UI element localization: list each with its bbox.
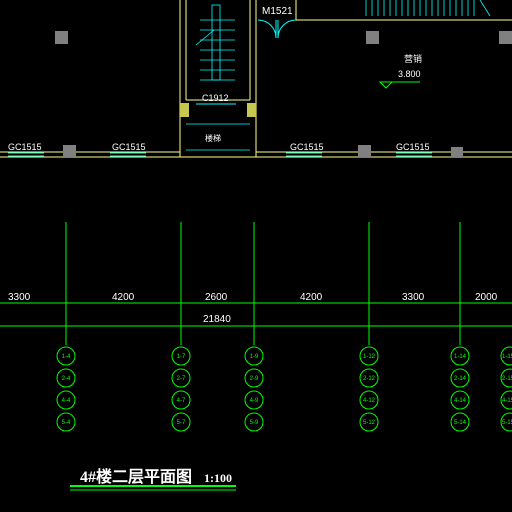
column: [358, 145, 371, 157]
axis-bubble-label: 2-4: [62, 376, 71, 382]
axis-bubble-label: 4-7: [177, 398, 186, 404]
room-name-label: 营销: [404, 53, 422, 64]
axis-bubbles-3: 1-9 2-9 4-9 5-9: [244, 346, 264, 432]
stair: [186, 4, 250, 151]
column: [247, 103, 256, 117]
axis-bubble-label: 4-4: [62, 398, 71, 404]
axis-bubble-label: 4-14: [454, 398, 467, 404]
dimension-segment: 2600: [205, 292, 228, 303]
columns: [55, 31, 512, 157]
window-label: GC1515: [8, 142, 42, 152]
door-swing: [257, 19, 297, 39]
axis-bubble-label: 4-12: [363, 398, 376, 404]
lower-room-label: 楼梯: [205, 133, 221, 143]
elevation-marker: [378, 81, 420, 89]
axis-bubbles-6: 1-15 2-15 4-15 5-15: [500, 346, 512, 432]
cad-drawing-canvas[interactable]: M1521 C1912 楼梯 营销 3.800 GC1515 GC1515 GC…: [0, 0, 512, 512]
upper-right-stair-hatch: [365, 0, 491, 17]
dimension-segment: 3300: [402, 292, 425, 303]
column: [55, 31, 68, 44]
axis-bubble-label: 5-15: [502, 420, 512, 426]
axis-bubble-label: 5-14: [454, 420, 467, 426]
axis-bubble-label: 4-9: [250, 398, 259, 404]
axis-bubble-label: 2-15: [502, 376, 512, 382]
window-label-c1912: C1912: [202, 93, 229, 103]
axis-bubble-label: 5-7: [177, 420, 186, 426]
window-label: GC1515: [396, 142, 430, 152]
axis-bubble-label: 1-15: [502, 354, 512, 360]
dimension-segment: 4200: [300, 292, 323, 303]
axis-bubble-label: 1-9: [250, 354, 259, 360]
axis-bubbles-4: 1-12 2-12 4-12 5-12: [359, 346, 379, 432]
dimension-total: 21840: [203, 314, 231, 325]
axis-bubble-label: 1-7: [177, 354, 186, 360]
column: [451, 147, 463, 157]
door-label: M1521: [262, 6, 293, 17]
column: [499, 31, 512, 44]
window-label: GC1515: [112, 142, 146, 152]
axis-bubble-label: 1-12: [363, 354, 376, 360]
axis-bubble-label: 2-7: [177, 376, 186, 382]
axis-bubble-label: 1-14: [454, 354, 467, 360]
axis-bubbles-2: 1-7 2-7 4-7 5-7: [171, 346, 191, 432]
elevation-label: 3.800: [398, 69, 421, 79]
column: [366, 31, 379, 44]
axis-bubbles-1: 1-4 2-4 4-4 5-4: [56, 346, 76, 432]
axis-bubble-label: 5-9: [250, 420, 259, 426]
axis-lines: [0, 222, 512, 345]
axis-bubble-label: 2-9: [250, 376, 259, 382]
walls: [0, 0, 512, 158]
axis-bubble-label: 1-4: [62, 354, 71, 360]
axis-bubble-label: 2-12: [363, 376, 376, 382]
dimension-segment: 3300: [8, 292, 31, 303]
drawing-scale: 1:100: [204, 471, 232, 485]
dimension-segment: 2000: [475, 292, 498, 303]
window-label: GC1515: [290, 142, 324, 152]
column: [180, 103, 189, 117]
axis-bubbles-5: 1-14 2-14 4-14 5-14: [450, 346, 470, 432]
axis-bubble-label: 4-15: [502, 398, 512, 404]
axis-bubble-label: 5-4: [62, 420, 71, 426]
column: [63, 145, 76, 157]
drawing-title: 4#楼二层平面图: [80, 467, 192, 486]
axis-bubble-label: 2-14: [454, 376, 467, 382]
axis-bubble-label: 5-12: [363, 420, 376, 426]
dimension-segment: 4200: [112, 292, 135, 303]
